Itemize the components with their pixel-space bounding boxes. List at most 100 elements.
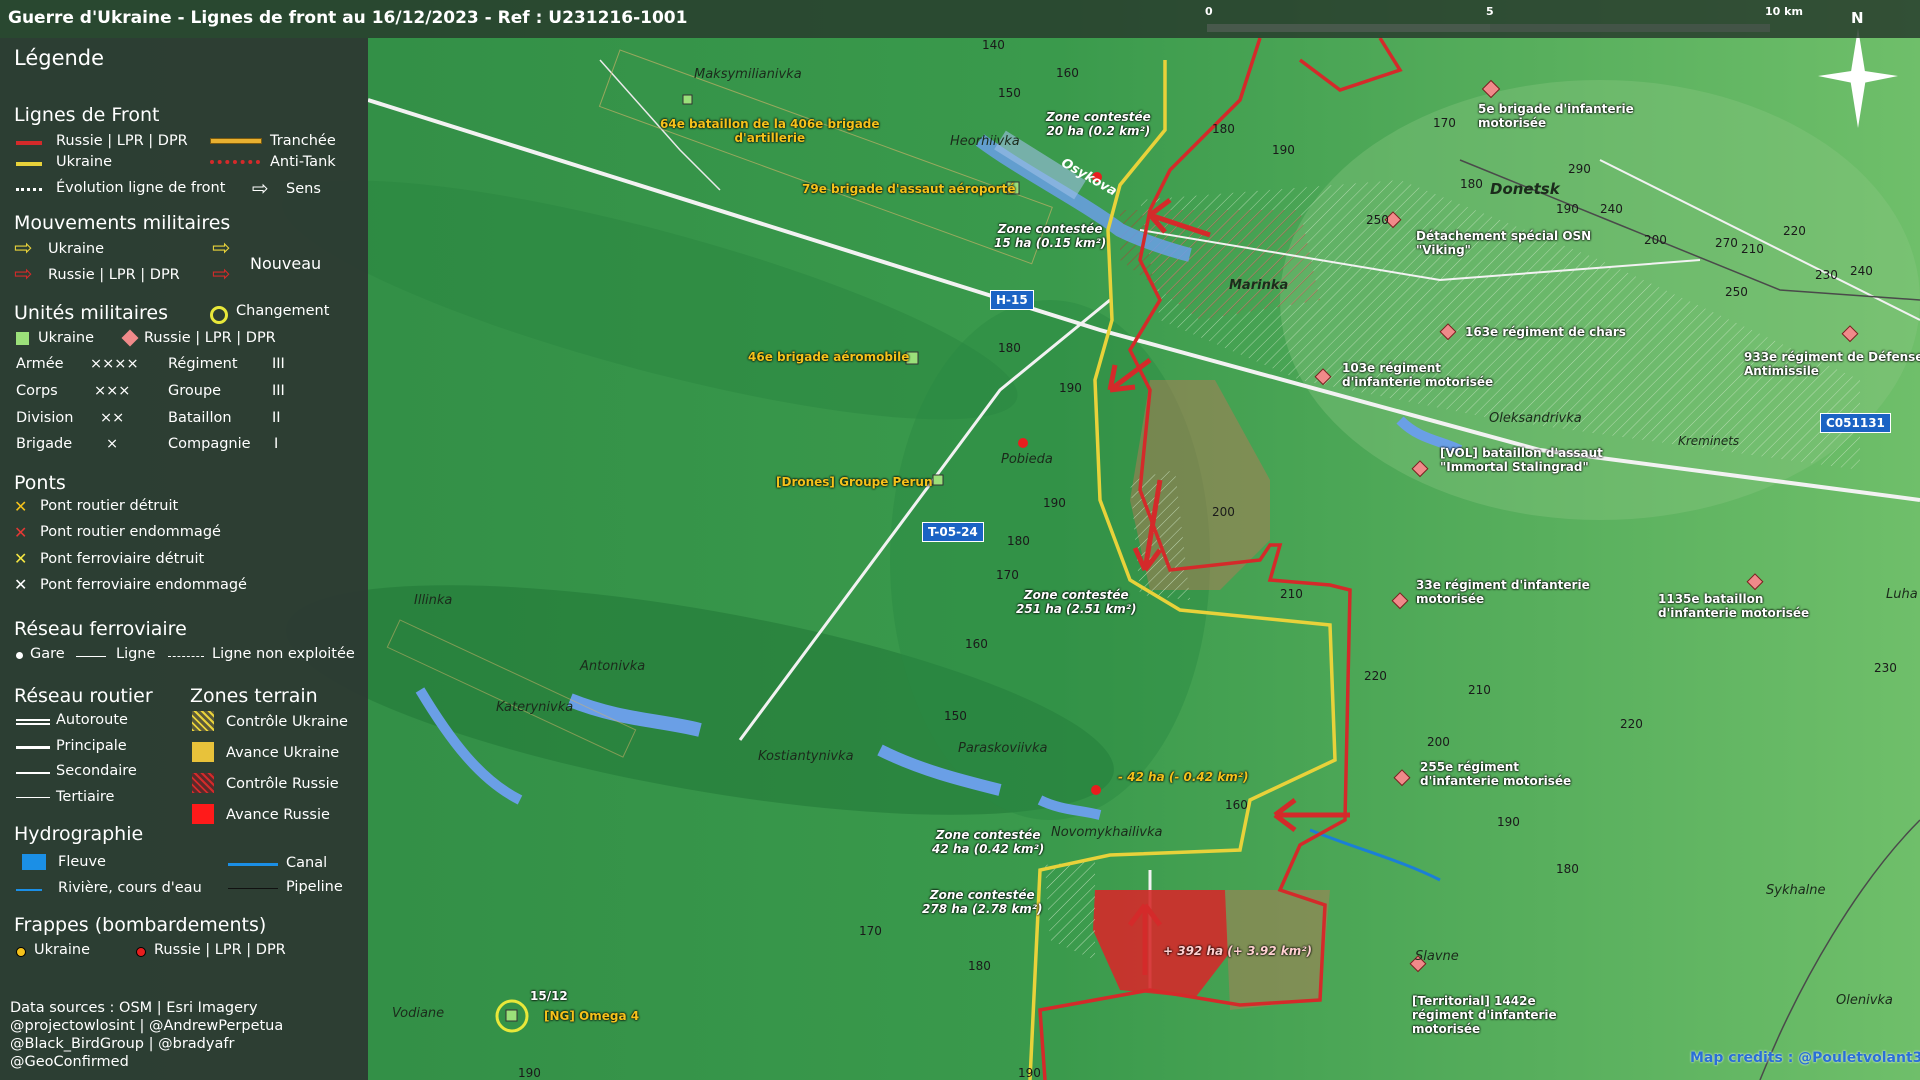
town-label: Marinka — [1229, 278, 1289, 293]
bridge-road-damaged-icon: ✕ — [14, 523, 28, 542]
bridge-rail-destroyed-icon: ✕ — [14, 549, 28, 568]
bridge-road-destroyed-icon: ✕ — [14, 497, 28, 516]
bridge-label: Pont routier endommagé — [40, 524, 221, 540]
unit-row-name2: Bataillon — [168, 410, 232, 426]
stream-swatch — [16, 889, 42, 891]
direction-arrow-icon: ⇨ — [252, 176, 269, 200]
units-change-label: Changement — [236, 303, 330, 319]
zone-label: Zone contestée 42 ha (0.42 km²) — [932, 828, 1045, 856]
elevation-label: 230 — [1815, 268, 1838, 282]
strikes-heading: Frappes (bombardements) — [14, 914, 267, 936]
bridge-label: Pont ferroviaire détruit — [40, 551, 205, 567]
unit-row-sym: ×× — [100, 410, 125, 426]
elevation-label: 240 — [1600, 202, 1623, 216]
russia-unit-label[interactable]: 933e régiment de Défense Antimissile — [1744, 350, 1920, 378]
elevation-label: 180 — [1460, 177, 1483, 191]
elevation-label: 230 — [1874, 661, 1897, 675]
town-label: Katerynivka — [496, 700, 574, 715]
front-lines-heading: Lignes de Front — [14, 104, 160, 126]
elevation-label: 190 — [1043, 496, 1066, 510]
elevation-label: 190 — [1556, 202, 1579, 216]
scale-tick-10: 10 km — [1765, 5, 1803, 18]
zone-label: Zone contestée 20 ha (0.2 km²) — [1046, 110, 1151, 138]
hydro-label: Rivière, cours d'eau — [58, 880, 202, 896]
units-ukraine-label: Ukraine — [38, 330, 94, 346]
elevation-label: 170 — [859, 924, 882, 938]
elevation-label: 180 — [1212, 122, 1235, 136]
ukraine-unit-date: 15/12 — [530, 989, 568, 1003]
unit-row-sym2: III — [272, 356, 285, 372]
elevation-label: 240 — [1850, 264, 1873, 278]
russia-unit-label[interactable]: 103e régiment d'infanterie motorisée — [1342, 361, 1493, 389]
ukraine-line-swatch — [16, 162, 42, 166]
move-russia-label: Russie | LPR | DPR — [48, 267, 180, 283]
unit-row-name2: Régiment — [168, 356, 238, 372]
anti-tank-label: Anti-Tank — [270, 154, 336, 170]
movements-heading: Mouvements militaires — [14, 212, 231, 234]
town-label: Olenivka — [1836, 993, 1893, 1008]
elevation-label: 210 — [1468, 683, 1491, 697]
bridge-label: Pont routier détruit — [40, 498, 179, 514]
map-title: Guerre d'Ukraine - Lignes de front au 16… — [8, 8, 688, 28]
rail-heading: Réseau ferroviaire — [14, 618, 187, 640]
russia-unit-label[interactable]: 163e régiment de chars — [1465, 325, 1626, 339]
units-heading: Unités militaires — [14, 302, 169, 324]
river-swatch — [22, 854, 46, 870]
rail-station-label: Gare — [30, 646, 65, 662]
elevation-label: 180 — [968, 959, 991, 973]
russia-unit-label[interactable]: 5e brigade d'infanterie motorisée — [1478, 102, 1634, 130]
russia-advance-swatch — [192, 804, 214, 824]
unit-row-name2: Groupe — [168, 383, 222, 399]
elevation-label: 180 — [1556, 862, 1579, 876]
elevation-label: 160 — [1225, 798, 1248, 812]
move-ukraine-label: Ukraine — [48, 241, 104, 257]
zone-label: Zone contestée 15 ha (0.15 km²) — [994, 222, 1107, 250]
road-label: Tertiaire — [56, 789, 115, 805]
russia-unit-label[interactable]: 33e régiment d'infanterie motorisée — [1416, 578, 1590, 606]
trench-swatch — [210, 138, 262, 144]
elevation-label: 250 — [1725, 285, 1748, 299]
elevation-label: 220 — [1364, 669, 1387, 683]
station-dot-icon — [16, 652, 23, 659]
ukraine-unit-label[interactable]: 46e brigade aéromobile — [748, 350, 909, 364]
town-label: Illinka — [414, 593, 453, 608]
elevation-label: 200 — [1427, 735, 1450, 749]
map-credits: Map credits : @Pouletvolant3 — [1690, 1050, 1920, 1066]
bridges-heading: Ponts — [14, 472, 66, 494]
elevation-label: 190 — [1018, 1066, 1041, 1080]
scale-tick-0: 0 — [1205, 5, 1213, 18]
town-label: Slavne — [1415, 949, 1459, 964]
unit-row-name: Armée — [16, 356, 64, 372]
elevation-label: 180 — [1007, 534, 1030, 548]
ukraine-unit-label[interactable]: [NG] Omega 4 — [544, 1009, 639, 1023]
highway-swatch — [16, 719, 50, 725]
ukraine-unit-label[interactable]: [Drones] Groupe Perun — [776, 475, 933, 489]
unit-row-sym: ×××× — [90, 356, 139, 372]
ukraine-unit-label[interactable]: 79e brigade d'assaut aéroporté — [802, 182, 1015, 196]
russia-unit-label[interactable]: 255e régiment d'infanterie motorisée — [1420, 760, 1571, 788]
ukraine-control-swatch — [192, 711, 214, 731]
town-label: Heorhiivka — [950, 134, 1020, 149]
source-line: @Black_BirdGroup | @bradyafr — [10, 1036, 235, 1052]
russia-unit-label[interactable]: Détachement spécial OSN "Viking" — [1416, 229, 1591, 257]
source-line: Data sources : OSM | Esri Imagery — [10, 1000, 258, 1016]
front-ukraine-label: Ukraine — [56, 154, 112, 170]
elevation-label: 270 — [1715, 236, 1738, 250]
canal-swatch — [228, 863, 278, 866]
road-label: Principale — [56, 738, 127, 754]
unit-row-name: Brigade — [16, 436, 73, 452]
move-new-label: Nouveau — [250, 254, 322, 273]
elevation-label: 140 — [982, 38, 1005, 52]
rail-line-swatch — [76, 656, 106, 657]
russia-unit-label[interactable]: [Territorial] 1442e régiment d'infanteri… — [1412, 994, 1557, 1036]
russia-unit-label[interactable]: 1135e bataillon d'infanterie motorisée — [1658, 592, 1809, 620]
change-circle-icon — [210, 306, 228, 324]
scale-tick-5: 5 — [1486, 5, 1494, 18]
ukraine-unit-label[interactable]: 64e bataillon de la 406e brigade d'artil… — [660, 117, 880, 145]
elevation-label: 160 — [1056, 66, 1079, 80]
russia-unit-label[interactable]: [VOL] bataillon d'assaut "Immortal Stali… — [1440, 446, 1603, 474]
town-label: Luha — [1886, 587, 1918, 602]
unit-row-sym2: I — [274, 436, 279, 452]
trench-label: Tranchée — [270, 133, 336, 149]
unit-row-name: Corps — [16, 383, 58, 399]
